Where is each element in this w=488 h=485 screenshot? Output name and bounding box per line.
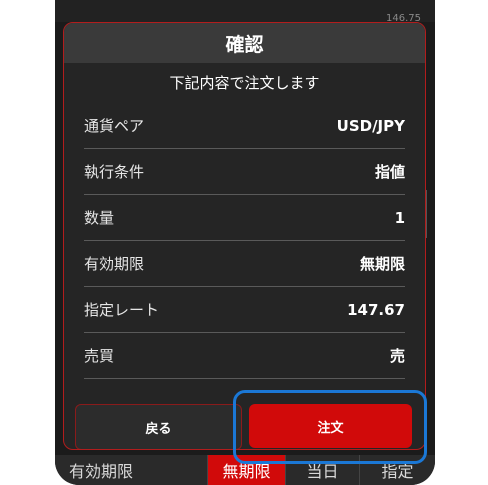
row-value: USD/JPY <box>336 116 405 135</box>
row-execution: 執行条件 指値 <box>84 149 405 195</box>
dialog-title: 確認 <box>64 23 425 63</box>
row-label: 執行条件 <box>84 163 145 181</box>
row-quantity: 数量 1 <box>84 195 405 241</box>
row-side: 売買 売 <box>84 333 405 379</box>
order-summary: 通貨ペア USD/JPY 執行条件 指値 数量 1 有効期限 無期限 指定レート… <box>84 103 405 379</box>
row-expiry: 有効期限 無期限 <box>84 241 405 287</box>
row-currency-pair: 通貨ペア USD/JPY <box>84 103 405 149</box>
top-bar <box>55 0 435 22</box>
row-label: 通貨ペア <box>84 117 145 135</box>
row-value: 指値 <box>374 163 405 181</box>
confirm-dialog: 確認 下記内容で注文します 通貨ペア USD/JPY 執行条件 指値 数量 1 … <box>63 22 426 450</box>
expiry-label: 有効期限 <box>69 462 134 481</box>
back-button[interactable]: 戻る <box>75 404 242 449</box>
row-label: 指定レート <box>84 301 160 319</box>
row-value: 無期限 <box>359 255 405 273</box>
row-label: 数量 <box>84 209 115 227</box>
row-rate: 指定レート 147.67 <box>84 287 405 333</box>
row-label: 売買 <box>84 347 115 365</box>
row-value: 147.67 <box>347 300 405 319</box>
dialog-subtitle: 下記内容で注文します <box>169 74 320 92</box>
row-value: 1 <box>394 208 405 227</box>
order-button-highlight <box>233 390 427 464</box>
row-value: 売 <box>389 347 405 365</box>
row-label: 有効期限 <box>84 255 145 273</box>
